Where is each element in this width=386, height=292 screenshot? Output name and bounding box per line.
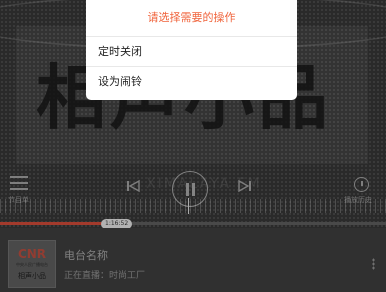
menu-item-set-alarm[interactable]: 设为闹铃 — [86, 67, 297, 100]
action-popup: 请选择需要的操作 定时关闭 设为闹铃 — [86, 0, 297, 100]
popup-title: 请选择需要的操作 — [86, 0, 297, 37]
menu-item-timer-close[interactable]: 定时关闭 — [86, 37, 297, 67]
